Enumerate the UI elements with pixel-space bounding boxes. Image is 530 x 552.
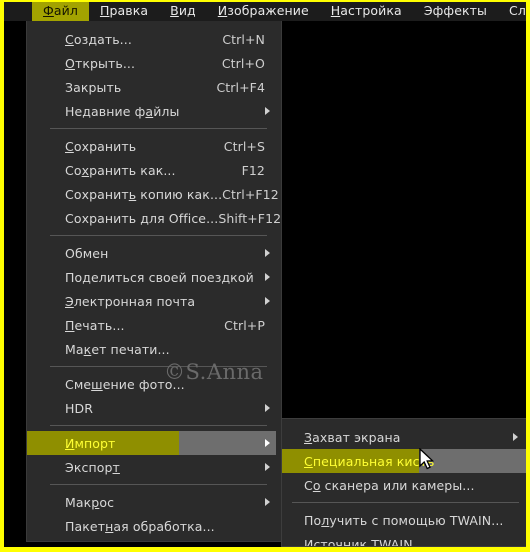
chevron-right-icon: [265, 107, 270, 115]
accel-char: т: [112, 459, 120, 475]
highlight-grey-block: [179, 431, 276, 455]
submenu-item-scanner-or-camera[interactable]: Со сканера или камеры...: [282, 473, 526, 497]
menu-separator: [50, 484, 267, 485]
menu-item-macro[interactable]: Макрос: [27, 490, 281, 514]
highlight-grey-block: [419, 449, 526, 473]
menubar-label-view: ид: [178, 3, 196, 19]
menu-item-rename-group[interactable]: Переименование группы...: [27, 538, 281, 541]
shortcut-save: Ctrl+S: [223, 138, 265, 154]
label-close: Закрыть: [65, 79, 122, 95]
menubar-item-settings[interactable]: Настройка: [320, 2, 413, 21]
shortcut-save-copy-as: Ctrl+F12: [222, 186, 279, 202]
menubar-item-view[interactable]: Вид: [159, 2, 207, 21]
menubar-label-edit: равка: [109, 3, 149, 19]
menu-separator: [50, 425, 267, 426]
menubar-label-layers: Слои: [509, 3, 526, 19]
menu-item-print-layout[interactable]: Макет печати...: [27, 337, 281, 361]
menubar-item-image[interactable]: Изображение: [207, 2, 320, 21]
menu-item-save[interactable]: Сохранить Ctrl+S: [27, 134, 281, 158]
accel-char: ш: [91, 376, 103, 392]
accel-char: С: [65, 138, 74, 154]
accel-char: С: [304, 453, 313, 469]
menubar-label-file: айл: [53, 3, 78, 19]
chevron-right-icon: [513, 433, 518, 441]
accel-char: С: [65, 31, 74, 47]
submenu-item-twain-acquire[interactable]: Получить с помощью TWAIN...: [282, 508, 526, 532]
label-save-for-office: Сохранить для Office...: [65, 210, 219, 226]
menu-item-open[interactable]: Открыть... Ctrl+O: [27, 51, 281, 75]
menu-item-hdr[interactable]: HDR: [27, 396, 281, 420]
shortcut-new: Ctrl+N: [222, 31, 265, 47]
menu-bar: Файл Правка Вид Изображение Настройка Эф…: [4, 0, 526, 21]
menubar-label-image: зображение: [227, 3, 309, 19]
application-window: Файл Правка Вид Изображение Настройка Эф…: [0, 0, 530, 552]
menu-item-save-as[interactable]: Сохранить как... F12: [27, 158, 281, 182]
accel-char: о: [312, 477, 321, 493]
menu-item-batch-processing[interactable]: Пакетная обработка...: [27, 514, 281, 538]
chevron-right-icon: [265, 463, 270, 471]
chevron-right-icon: [265, 439, 270, 447]
label-share-trip: Поделиться своей поездкой: [65, 269, 254, 285]
menu-item-save-for-office[interactable]: Сохранить для Office... Shift+F12: [27, 206, 281, 230]
accel-char: П: [65, 317, 75, 333]
menu-item-new[interactable]: Создать... Ctrl+N: [27, 27, 281, 51]
shortcut-save-for-office: Shift+F12: [218, 210, 282, 226]
menu-item-exchange[interactable]: Обмен: [27, 241, 281, 265]
menubar-label-settings: астройка: [340, 3, 402, 19]
menu-separator: [50, 128, 267, 129]
menu-item-recent-files[interactable]: Недавние файлы: [27, 99, 281, 123]
accel-char: а: [145, 103, 154, 119]
menu-separator: [292, 502, 519, 503]
chevron-right-icon: [265, 273, 270, 281]
accel-char: р: [91, 494, 100, 510]
shortcut-close: Ctrl+F4: [216, 79, 265, 95]
menu-item-export[interactable]: Экспорт: [27, 455, 281, 479]
menu-item-share-trip[interactable]: Поделиться своей поездкой: [27, 265, 281, 289]
menu-item-import[interactable]: Импорт: [27, 431, 281, 455]
shortcut-print: Ctrl+P: [224, 317, 265, 333]
accel-char: З: [304, 429, 313, 445]
menu-item-print[interactable]: Печать... Ctrl+P: [27, 313, 281, 337]
label-exchange: Обмен: [65, 245, 109, 261]
menu-separator: [50, 366, 267, 367]
submenu-item-custom-brush[interactable]: Специальная кисть: [282, 449, 526, 473]
menu-item-photo-blend[interactable]: Смешение фото...: [27, 372, 281, 396]
submenu-item-twain-source[interactable]: Источник TWAIN...: [282, 532, 526, 547]
accel-char: л: [321, 512, 330, 528]
chevron-right-icon: [265, 297, 270, 305]
label-hdr: HDR: [65, 400, 94, 416]
menubar-item-file[interactable]: Файл: [32, 2, 89, 21]
accel-char: О: [65, 55, 75, 71]
import-submenu: Захват экрана Специальная кисть Со скане…: [281, 418, 526, 547]
chevron-right-icon: [265, 404, 270, 412]
menubar-item-edit[interactable]: Правка: [89, 2, 159, 21]
chevron-right-icon: [265, 249, 270, 257]
accel-char: х: [81, 162, 90, 178]
menubar-item-layers[interactable]: Слои: [498, 2, 526, 21]
accel-char: И: [304, 536, 314, 547]
menu-separator: [50, 235, 267, 236]
menubar-label-effects: Эффекты: [423, 3, 488, 19]
menu-item-email[interactable]: Электронная почта: [27, 289, 281, 313]
menubar-item-effects[interactable]: Эффекты: [413, 2, 498, 21]
accel-char: ь: [128, 186, 137, 202]
accel-char: н: [105, 518, 114, 534]
accel-char: И: [65, 435, 75, 451]
shortcut-open: Ctrl+O: [221, 55, 265, 71]
file-dropdown-menu: Создать... Ctrl+N Открыть... Ctrl+O Закр…: [26, 21, 282, 542]
accel-char: к: [83, 341, 92, 357]
menu-item-save-copy-as[interactable]: Сохранить копию как... Ctrl+F12: [27, 182, 281, 206]
shortcut-save-as: F12: [241, 162, 265, 178]
chevron-right-icon: [265, 498, 270, 506]
accel-char: Э: [65, 293, 74, 309]
submenu-item-screen-capture[interactable]: Захват экрана: [282, 425, 526, 449]
menu-item-close[interactable]: Закрыть Ctrl+F4: [27, 75, 281, 99]
